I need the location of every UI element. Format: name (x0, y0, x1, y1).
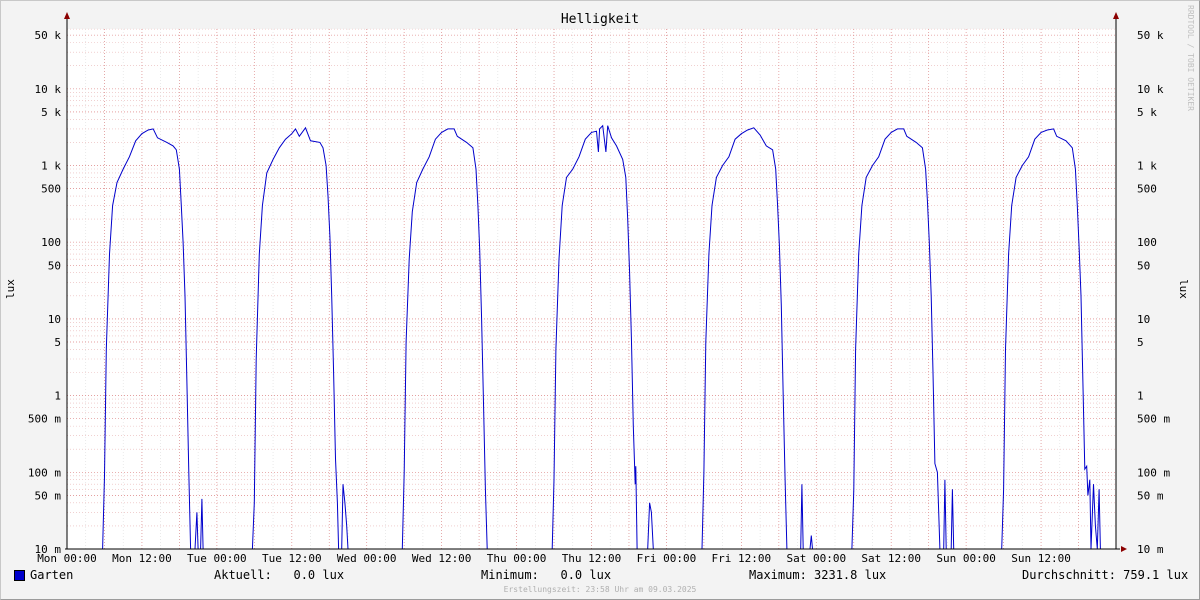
x-tick-label: Sat 00:00 (786, 552, 846, 565)
y-axis-arrow-right (1113, 12, 1119, 19)
x-tick-label: Wed 12:00 (412, 552, 472, 565)
y-tick-label-left: 500 m (28, 413, 61, 426)
x-tick-label: Mon 12:00 (112, 552, 172, 565)
x-tick-label: Mon 00:00 (37, 552, 97, 565)
x-tick-label: Fri 12:00 (712, 552, 772, 565)
y-tick-label-left: 5 k (41, 106, 61, 119)
y-tick-label-right: 50 (1137, 259, 1150, 272)
generation-time: Erstellungszeit: 23:58 Uhr am 09.03.2025 (503, 585, 697, 594)
y-tick-label-right: 10 m (1137, 543, 1164, 556)
y-tick-label-right: 50 m (1137, 489, 1164, 502)
y-axis-arrow-left (64, 12, 70, 19)
y-axis-label-left: lux (4, 279, 17, 299)
y-tick-label-left: 50 (48, 259, 61, 272)
y-tick-label-left: 1 (54, 390, 61, 403)
brightness-chart: 10 m 10 m50 m 50 m100 m 100 m500 m 500 m1 15 5… (4, 5, 1195, 565)
y-tick-label-right: 50 k (1137, 29, 1164, 42)
rrdtool-credit: RRDTOOL / TOBI OETIKER (1186, 5, 1195, 111)
y-tick-label-right: 100 (1137, 236, 1157, 249)
y-tick-label-right: 500 m (1137, 413, 1170, 426)
y-tick-label-left: 50 m (35, 489, 62, 502)
x-tick-label: Wed 00:00 (337, 552, 397, 565)
y-tick-label-left: 10 (48, 313, 61, 326)
legend-swatch-garten (14, 570, 25, 581)
y-tick-label-right: 10 k (1137, 83, 1164, 96)
x-tick-label: Sun 12:00 (1011, 552, 1071, 565)
y-axis-label-right: lux (1177, 279, 1190, 299)
x-tick-label: Fri 00:00 (637, 552, 697, 565)
x-tick-label: Tue 12:00 (262, 552, 322, 565)
y-tick-label-left: 50 k (35, 29, 62, 42)
y-tick-label-right: 500 (1137, 183, 1157, 196)
y-tick-label-left: 5 (54, 336, 61, 349)
x-tick-label: Sun 00:00 (936, 552, 996, 565)
legend-average: Durchschnitt: 759.1 lux (1022, 568, 1189, 582)
x-axis-arrow (1121, 546, 1127, 552)
y-tick-label-right: 5 k (1137, 106, 1157, 119)
y-tick-label-right: 1 k (1137, 160, 1157, 173)
y-tick-label-left: 100 m (28, 466, 61, 479)
y-tick-label-left: 500 (41, 183, 61, 196)
y-tick-label-right: 10 (1137, 313, 1150, 326)
y-tick-label-left: 10 k (35, 83, 62, 96)
legend-series-name: Garten (30, 568, 74, 582)
x-tick-label: Thu 12:00 (562, 552, 622, 565)
y-tick-label-left: 100 (41, 236, 61, 249)
y-tick-label-right: 5 (1137, 336, 1144, 349)
legend-minimum: Minimum: 0.0 lux (481, 568, 612, 582)
y-tick-label-right: 1 (1137, 390, 1144, 403)
chart-title: Helligkeit (561, 12, 639, 27)
legend-current: Aktuell: 0.0 lux (214, 568, 345, 582)
legend-maximum: Maximum: 3231.8 lux (749, 568, 887, 582)
x-tick-label: Thu 00:00 (487, 552, 547, 565)
y-tick-label-left: 1 k (41, 160, 61, 173)
x-tick-label: Tue 00:00 (187, 552, 247, 565)
x-tick-label: Sat 12:00 (861, 552, 921, 565)
y-tick-label-right: 100 m (1137, 466, 1170, 479)
